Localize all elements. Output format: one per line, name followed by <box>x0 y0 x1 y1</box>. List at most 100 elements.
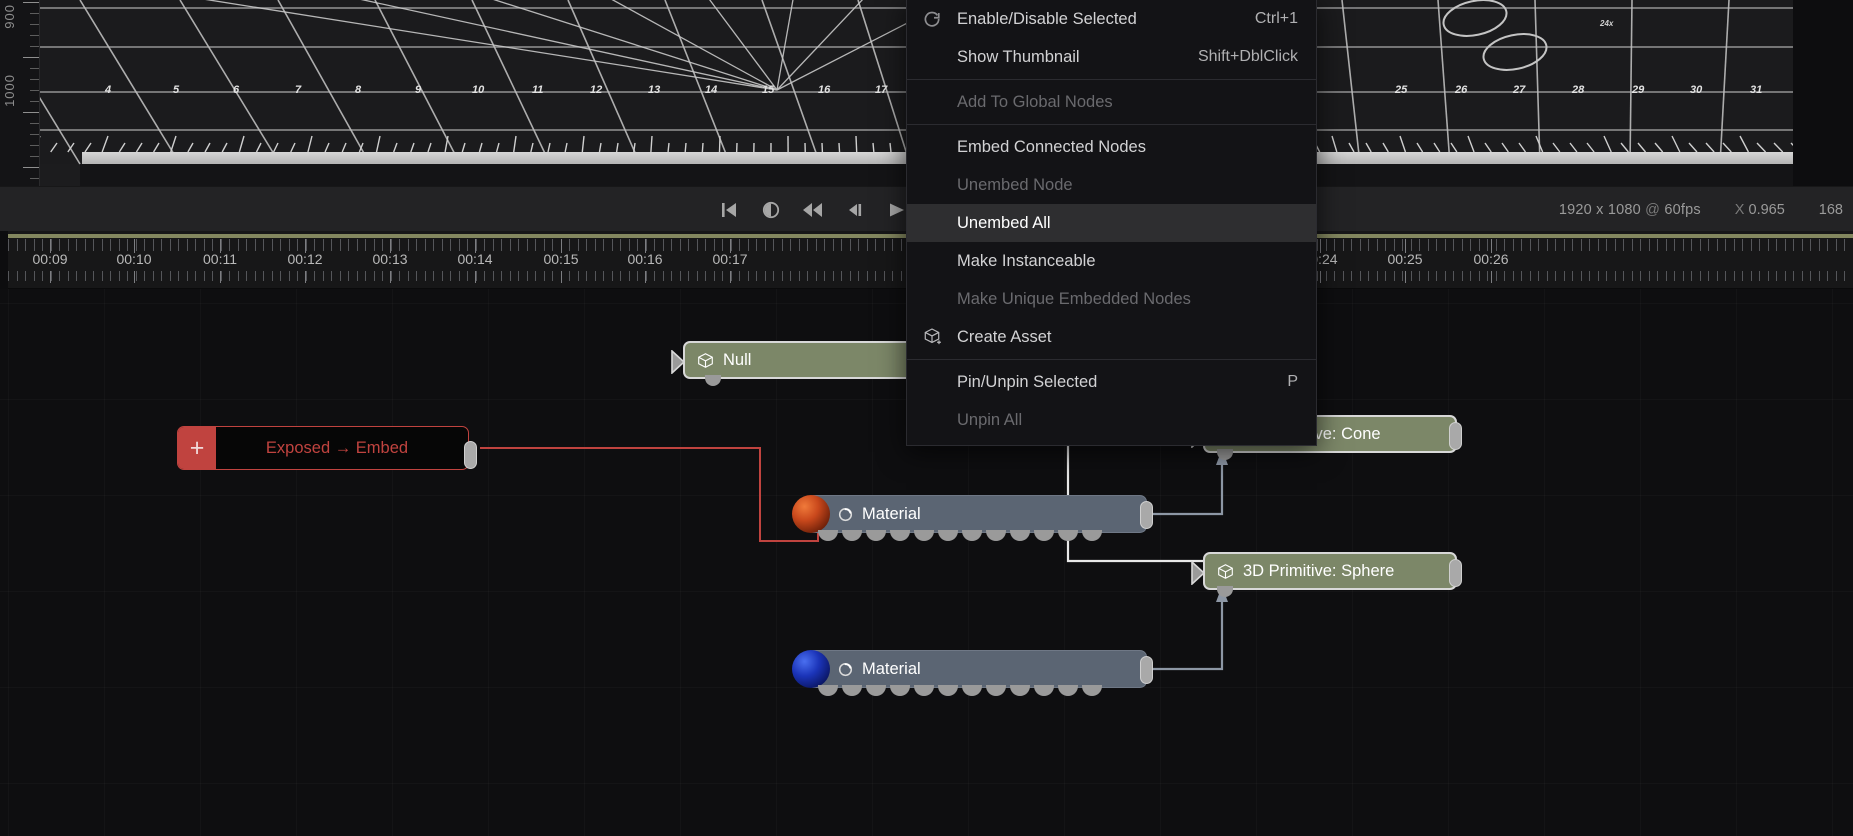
menu-item-add-to-global-nodes: Add To Global Nodes <box>907 83 1316 121</box>
svg-text:25: 25 <box>1394 84 1408 96</box>
node-context-menu[interactable]: Enable/Disable Selected Ctrl+1 Show Thumbn… <box>906 0 1317 446</box>
node-output-port[interactable] <box>1140 501 1153 529</box>
menu-item-label: Make Unique Embedded Nodes <box>957 290 1298 309</box>
vruler-label-1000: 1000 <box>2 74 17 107</box>
timeline-label: 00:11 <box>203 251 237 267</box>
ring-icon <box>838 507 853 522</box>
svg-text:27: 27 <box>1512 84 1526 96</box>
timeline-label: 00:12 <box>287 251 322 267</box>
svg-text:26: 26 <box>1454 84 1468 96</box>
timeline-label: 00:09 <box>32 251 67 267</box>
node-3d-primitive-sphere[interactable]: 3D Primitive: Sphere <box>1203 552 1457 590</box>
timeline-left-cap <box>0 231 8 289</box>
timeline-label: 00:17 <box>712 251 747 267</box>
node-output-port[interactable] <box>1449 559 1462 587</box>
node-exposed-embed[interactable]: + Exposed → Embed <box>177 426 469 470</box>
menu-item-create-asset[interactable]: Create Asset <box>907 318 1316 356</box>
node-material-orange[interactable]: Material <box>807 495 1147 533</box>
cube-icon <box>1217 563 1234 580</box>
menu-item-make-unique-embedded-nodes: Make Unique Embedded Nodes <box>907 280 1316 318</box>
menu-item-embed-connected-nodes[interactable]: Embed Connected Nodes <box>907 128 1316 166</box>
coordinate-value: 168 <box>1819 202 1843 218</box>
svg-text:7: 7 <box>295 84 302 96</box>
go-to-start-icon[interactable] <box>718 199 740 221</box>
menu-item-label: Unembed Node <box>957 176 1298 195</box>
step-back-icon[interactable] <box>844 199 866 221</box>
svg-text:6: 6 <box>233 84 240 96</box>
svg-text:15: 15 <box>762 84 775 96</box>
menu-item-unpin-all: Unpin All <box>907 401 1316 439</box>
node-input-port[interactable] <box>1191 561 1207 585</box>
menu-item-label: Add To Global Nodes <box>957 93 1298 112</box>
resolution-info: 1920 x 1080 @ 60fps <box>1559 202 1701 218</box>
cube-icon <box>697 352 714 369</box>
menu-item-label: Unembed All <box>957 214 1298 233</box>
svg-text:8: 8 <box>355 84 362 96</box>
node-material-blue[interactable]: Material <box>807 650 1147 688</box>
menu-separator <box>907 359 1316 360</box>
svg-text:28: 28 <box>1571 84 1585 96</box>
app-root: 456 789 101112 131415 1617 252627 282930… <box>0 0 1853 836</box>
menu-item-shortcut: P <box>1287 373 1298 391</box>
rewind-icon[interactable] <box>802 199 824 221</box>
vruler-label-900: 900 <box>2 4 17 29</box>
svg-text:13: 13 <box>648 84 660 96</box>
node-output-port[interactable] <box>1140 656 1153 684</box>
svg-text:10: 10 <box>472 84 485 96</box>
zoom-value: 0.965 <box>1749 202 1785 218</box>
svg-text:29: 29 <box>1631 84 1645 96</box>
svg-text:24x: 24x <box>1599 19 1614 28</box>
viewport-info: 1920 x 1080 @ 60fps X 0.965 168 <box>1559 187 1843 232</box>
menu-item-pin-unpin-selected[interactable]: Pin/Unpin SelectedP <box>907 363 1316 401</box>
timeline-label: 00:16 <box>627 251 662 267</box>
menu-item-label: Enable/Disable Selected <box>957 10 1241 29</box>
node-label: Material <box>862 505 921 524</box>
play-icon[interactable] <box>886 199 908 221</box>
menu-separator <box>907 124 1316 125</box>
menu-item-label: Show Thumbnail <box>957 48 1184 67</box>
node-label: Exposed → Embed <box>216 439 468 458</box>
svg-text:16: 16 <box>818 84 831 96</box>
exposed-embed-output-port[interactable] <box>464 441 477 469</box>
node-label: 3D Primitive: Sphere <box>1243 562 1394 581</box>
node-input-port[interactable] <box>671 350 687 374</box>
node-parameter-ports[interactable] <box>818 530 1102 541</box>
viewport-right-padding <box>1793 0 1853 186</box>
timeline-label: 00:25 <box>1387 251 1422 267</box>
power-cycle-icon <box>907 10 957 29</box>
menu-item-unembed-node: Unembed Node <box>907 166 1316 204</box>
menu-item-label: Embed Connected Nodes <box>957 138 1298 157</box>
add-icon[interactable]: + <box>178 427 216 469</box>
timeline-label: 00:10 <box>116 251 151 267</box>
node-label: Null <box>723 351 751 370</box>
svg-text:14: 14 <box>705 84 717 96</box>
zoom-info[interactable]: X 0.965 <box>1735 202 1785 218</box>
resolution-value: 1920 x 1080 <box>1559 202 1641 218</box>
menu-item-shortcut: Ctrl+1 <box>1255 10 1298 28</box>
svg-text:12: 12 <box>590 84 602 96</box>
loop-icon[interactable] <box>760 199 782 221</box>
svg-text:30: 30 <box>1690 84 1703 96</box>
timeline-label: 00:26 <box>1473 251 1508 267</box>
svg-text:5: 5 <box>173 84 180 96</box>
menu-item-enable-disable-selected[interactable]: Enable/Disable Selected Ctrl+1 <box>907 0 1316 38</box>
menu-item-show-thumbnail[interactable]: Show Thumbnail Shift+DblClick <box>907 38 1316 76</box>
material-preview-sphere <box>792 495 830 533</box>
zoom-glyph: X <box>1735 202 1745 218</box>
menu-item-unembed-all[interactable]: Unembed All <box>907 204 1316 242</box>
node-output-port[interactable] <box>1449 422 1462 450</box>
fps-value: 60fps <box>1664 202 1700 218</box>
node-parameter-ports[interactable] <box>818 685 1102 696</box>
viewport-vertical-ruler[interactable]: 900 1000 <box>0 0 40 186</box>
svg-text:4: 4 <box>104 84 111 96</box>
ring-icon <box>838 662 853 677</box>
timeline-label: 00:13 <box>372 251 407 267</box>
menu-item-make-instanceable[interactable]: Make Instanceable <box>907 242 1316 280</box>
svg-text:9: 9 <box>415 84 422 96</box>
node-label: Material <box>862 660 921 679</box>
menu-separator <box>907 79 1316 80</box>
menu-item-label: Unpin All <box>957 411 1298 430</box>
timeline-label: 00:15 <box>543 251 578 267</box>
menu-item-shortcut: Shift+DblClick <box>1198 48 1298 66</box>
at-symbol: @ <box>1645 202 1660 218</box>
